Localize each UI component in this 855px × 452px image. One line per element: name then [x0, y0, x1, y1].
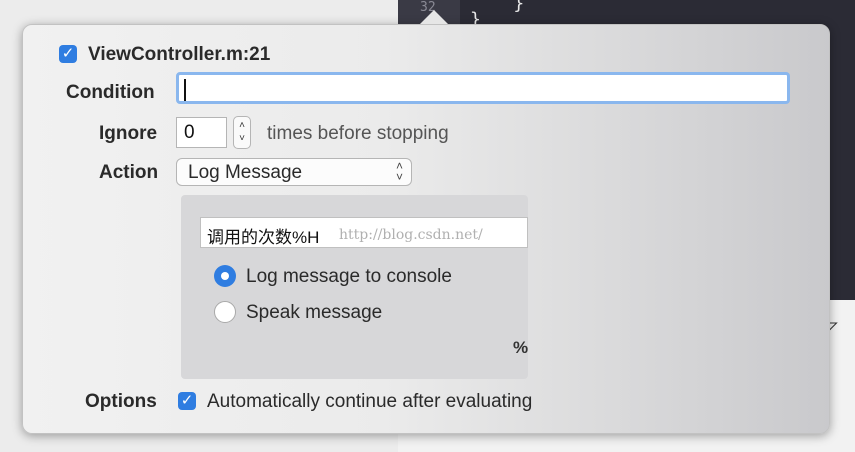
condition-label: Condition [66, 82, 155, 103]
auto-continue-checkbox[interactable]: ✓ [178, 392, 196, 410]
watermark-text: http://blog.csdn.net/ [339, 227, 483, 243]
action-label: Action [99, 162, 159, 183]
ignore-suffix-text: times before stopping [267, 123, 449, 144]
speak-message-radio[interactable] [214, 301, 236, 323]
ignore-count-input[interactable]: 0 [176, 117, 227, 148]
ignore-label: Ignore [99, 123, 158, 144]
speak-message-label: Speak message [246, 302, 383, 323]
log-message-text: 调用的次数%H [207, 228, 320, 247]
log-message-input[interactable]: 调用的次数%H http://blog.csdn.net/ [200, 217, 528, 248]
condition-input[interactable] [176, 72, 790, 104]
log-to-console-radio[interactable] [214, 265, 236, 287]
breakpoint-enabled-checkbox[interactable]: ✓ [59, 45, 77, 63]
popover-arrow [420, 10, 448, 24]
percent-token-button[interactable]: % [513, 338, 528, 358]
chevron-down-icon[interactable]: ˅ [234, 132, 250, 145]
text-caret [184, 79, 186, 101]
options-label: Options [85, 391, 157, 412]
breakpoint-title: ViewController.m:21 [88, 44, 271, 65]
action-type-value: Log Message [188, 162, 303, 183]
ignore-count-stepper[interactable]: ˄ ˅ [233, 116, 251, 149]
updown-chevron-icon: ˄ ˅ [395, 159, 403, 184]
auto-continue-label: Automatically continue after evaluating [207, 391, 533, 412]
chevron-up-icon[interactable]: ˄ [234, 119, 250, 132]
log-to-console-label: Log message to console [246, 266, 452, 287]
action-type-select[interactable]: Log Message ˄ ˅ [176, 158, 412, 186]
